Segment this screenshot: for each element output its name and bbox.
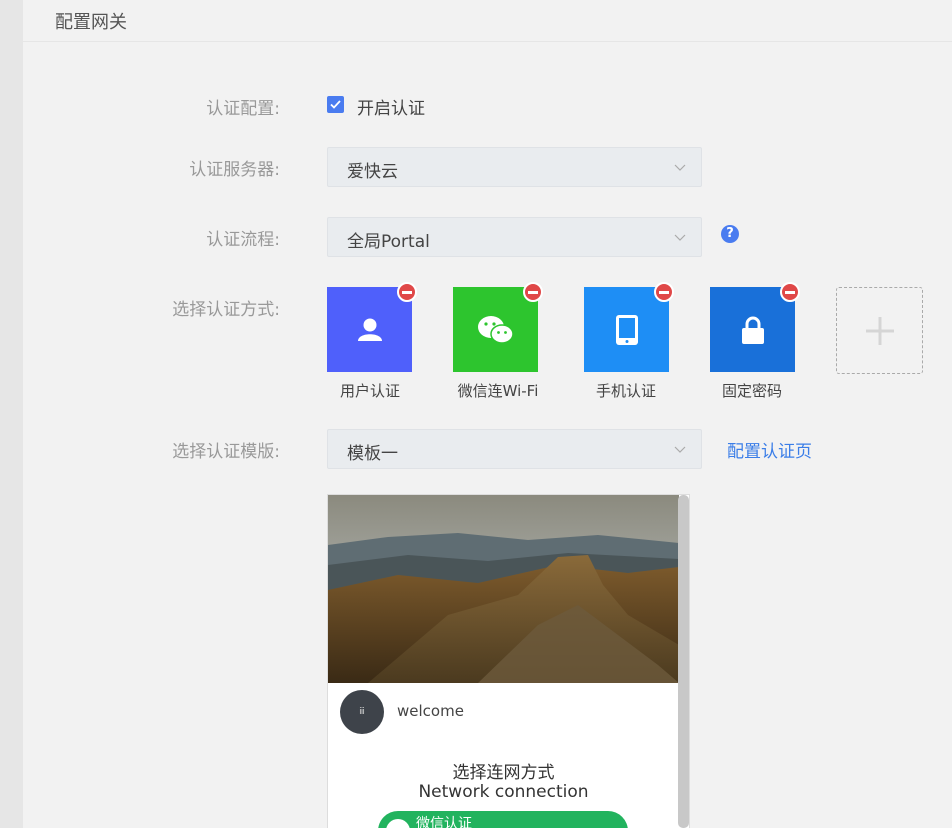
auth-flow-label: 认证流程: [206, 230, 280, 250]
check-icon [330, 100, 341, 109]
auth-config-label: 认证配置: [206, 99, 280, 119]
remove-phone-auth-button[interactable] [654, 282, 674, 302]
auth-template-value: 模板一 [347, 444, 398, 464]
page-title: 配置网关 [55, 12, 127, 33]
preview-welcome-text: welcome [397, 702, 464, 720]
mountain-landscape-image [328, 495, 679, 683]
add-auth-method-button[interactable] [836, 287, 923, 374]
auth-server-label: 认证服务器: [189, 160, 280, 180]
preview-scrollbar[interactable] [678, 495, 689, 828]
auth-template-select[interactable]: 模板一 [327, 429, 702, 469]
auth-method-phone-caption: 手机认证 [595, 382, 656, 400]
remove-password-auth-button[interactable] [780, 282, 800, 302]
wechat-icon [453, 287, 538, 372]
page-header: 配置网关 [23, 0, 952, 42]
remove-user-auth-button[interactable] [397, 282, 417, 302]
auth-template-label: 选择认证模版: [172, 442, 280, 462]
chevron-down-icon [674, 164, 686, 171]
lock-icon [710, 287, 795, 372]
auth-method-password-tile[interactable] [710, 282, 800, 372]
chevron-down-icon [674, 234, 686, 241]
auth-method-wechat-caption: 微信连Wi-Fi [457, 382, 539, 400]
preview-wechat-button: 微信认证 [378, 811, 628, 828]
user-icon [327, 287, 412, 372]
wechat-icon [386, 819, 410, 828]
preview-title-cn: 选择连网方式 [452, 763, 555, 783]
chevron-down-icon [674, 446, 686, 453]
auth-method-wechat-tile[interactable] [453, 282, 543, 372]
auth-method-user-caption: 用户认证 [339, 382, 400, 400]
preview-wechat-button-label: 微信认证 [416, 816, 472, 828]
auth-server-select[interactable]: 爱快云 [327, 147, 702, 187]
plus-icon [865, 316, 894, 345]
enable-auth-checkbox[interactable] [327, 96, 344, 113]
phone-icon [584, 287, 669, 372]
auth-server-value: 爱快云 [347, 162, 398, 182]
config-auth-page-link[interactable]: 配置认证页 [727, 437, 812, 462]
auth-page-preview: ⅲ welcome 选择连网方式 Network connection 微信认证 [327, 494, 690, 828]
auth-flow-select[interactable]: 全局Portal [327, 217, 702, 257]
auth-method-user-tile[interactable] [327, 282, 417, 372]
enable-auth-label[interactable]: 开启认证 [357, 94, 425, 119]
auth-method-password-caption: 固定密码 [721, 382, 782, 400]
auth-flow-value: 全局Portal [347, 232, 430, 252]
auth-method-label: 选择认证方式: [172, 300, 280, 320]
help-icon[interactable]: ? [721, 225, 739, 243]
preview-title-en: Network connection [418, 782, 589, 802]
remove-wechat-auth-button[interactable] [523, 282, 543, 302]
auth-method-phone-tile[interactable] [584, 282, 674, 372]
preview-avatar: ⅲ [340, 690, 384, 734]
left-gutter [0, 0, 23, 828]
